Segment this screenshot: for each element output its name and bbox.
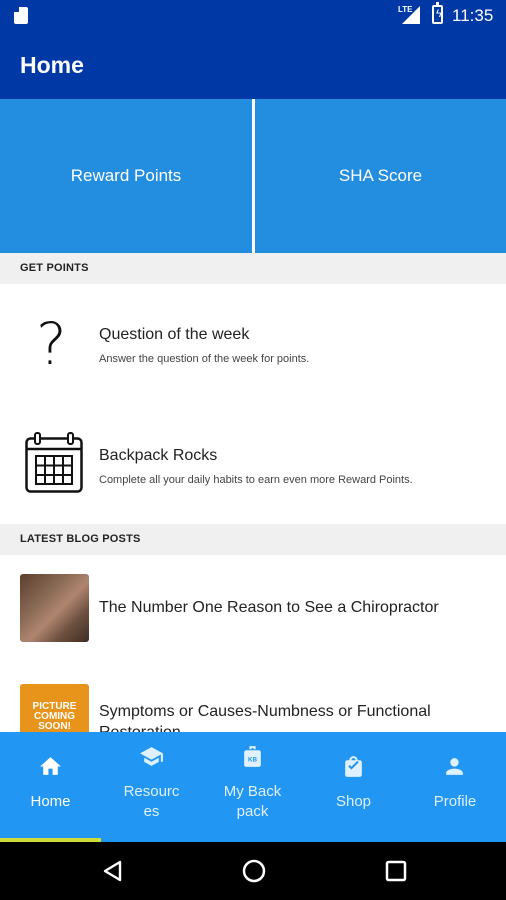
nav-resources[interactable]: Resourc es	[101, 732, 202, 842]
clock: 11:35	[452, 6, 494, 25]
nav-profile[interactable]: Profile	[404, 732, 506, 842]
sha-score-tile[interactable]: SHA Score	[255, 99, 506, 253]
status-bar: LTE ϟ 11:35	[0, 0, 506, 30]
reward-points-tile[interactable]: Reward Points	[0, 99, 252, 253]
blog-post-item[interactable]: PICTURE COMING SOON! Symptoms or Causes-…	[0, 665, 506, 732]
get-points-header: GET POINTS	[0, 253, 506, 284]
backpack-rocks-subtitle: Complete all your daily habits to earn e…	[99, 474, 413, 486]
blog-post-thumbnail	[20, 574, 89, 642]
battery-icon: ϟ	[432, 2, 443, 24]
nav-backpack-label: My Back pack	[223, 783, 282, 820]
nav-shop[interactable]: Shop	[303, 732, 404, 842]
sd-card-icon	[14, 7, 28, 24]
recents-icon[interactable]	[385, 860, 407, 882]
bottom-navigation: Home Resourc es KB My Back pack Shop Pro…	[0, 732, 506, 842]
back-icon[interactable]	[100, 859, 124, 883]
shopping-bag-icon	[345, 756, 362, 777]
svg-text:KB: KB	[248, 757, 258, 764]
nav-shop-label: Shop	[335, 793, 372, 810]
nav-backpack[interactable]: KB My Back pack	[202, 732, 303, 842]
reward-points-label: Reward Points	[70, 166, 182, 185]
graduation-cap-icon	[140, 747, 163, 766]
person-icon	[446, 758, 463, 775]
nav-home-label: Home	[30, 793, 71, 810]
app-bar: Home	[0, 30, 506, 99]
latest-blog-posts-header: LATEST BLOG POSTS	[0, 524, 506, 555]
question-of-week-item[interactable]: ? Question of the week Answer the questi…	[0, 284, 506, 404]
home-circle-icon[interactable]	[241, 858, 267, 884]
question-of-week-title: Question of the week	[99, 326, 250, 343]
sha-score-label: SHA Score	[338, 166, 423, 185]
picture-coming-soon-thumbnail: PICTURE COMING SOON!	[20, 684, 89, 732]
home-icon	[40, 757, 61, 775]
calendar-icon	[25, 432, 83, 493]
system-navigation-bar	[0, 842, 506, 900]
backpack-rocks-title: Backpack Rocks	[99, 447, 218, 464]
blog-post-title: Symptoms or Causes-Numbness or Functiona…	[99, 703, 431, 732]
page-title: Home	[20, 52, 84, 78]
blog-post-item[interactable]: The Number One Reason to See a Chiroprac…	[0, 555, 506, 665]
question-mark-icon: ?	[36, 310, 67, 378]
question-of-week-subtitle: Answer the question of the week for poin…	[99, 353, 310, 365]
nav-resources-label: Resourc es	[123, 783, 180, 820]
backpack-icon: KB	[244, 746, 261, 767]
signal-icon	[402, 6, 420, 24]
backpack-rocks-item[interactable]: Backpack Rocks Complete all your daily h…	[0, 404, 506, 524]
blog-post-title: The Number One Reason to See a Chiroprac…	[99, 599, 439, 616]
nav-profile-label: Profile	[433, 793, 477, 810]
nav-home[interactable]: Home	[0, 732, 101, 842]
